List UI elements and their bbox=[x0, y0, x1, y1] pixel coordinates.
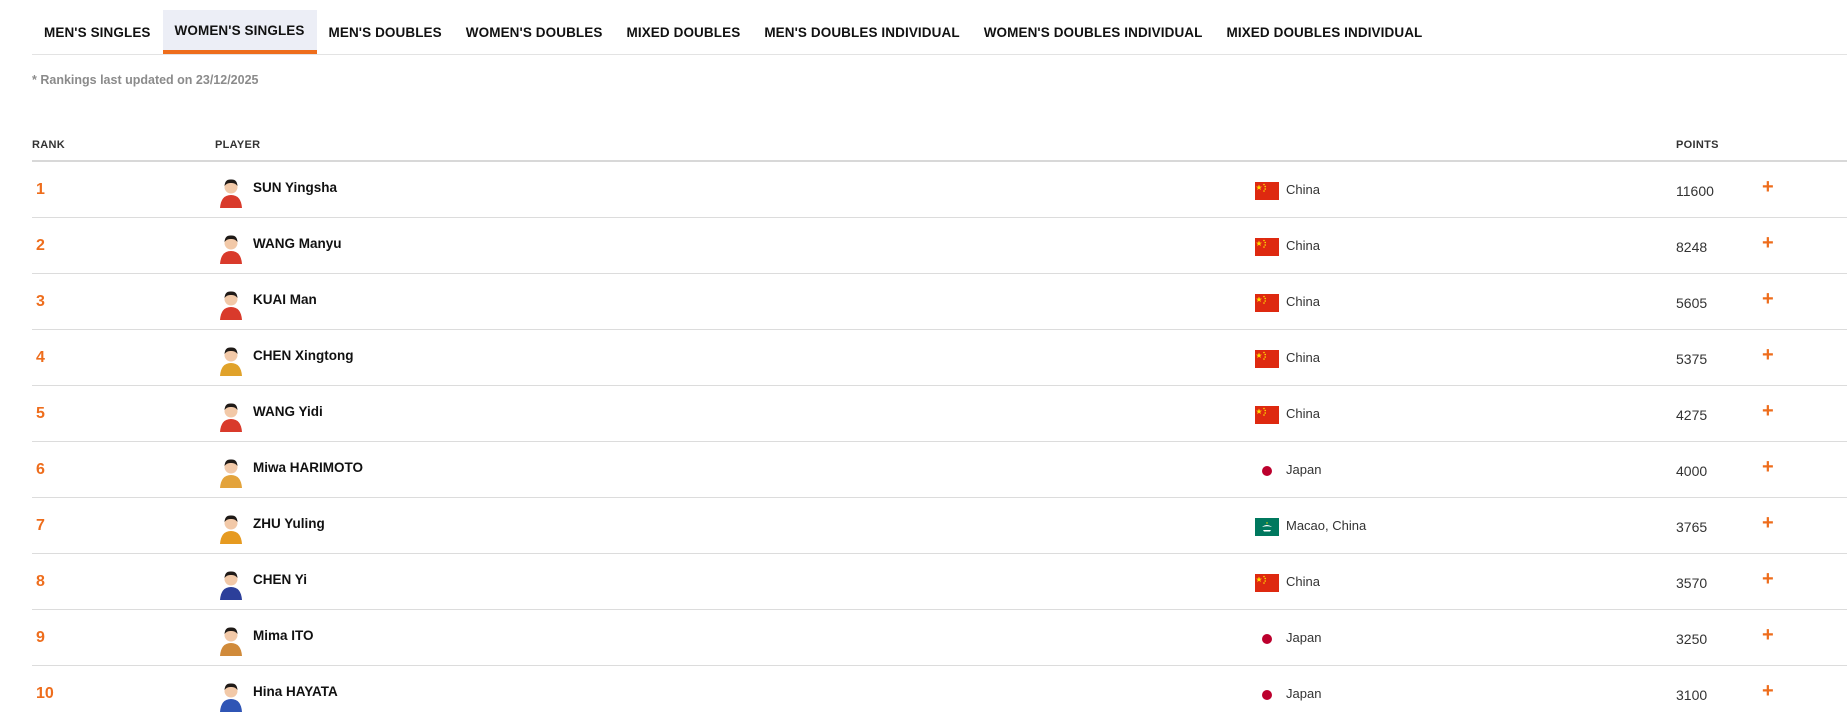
table-row: 4 CHEN Xingtong China 5375 + bbox=[32, 330, 1847, 386]
table-row: 8 CHEN Yi China 3570 + bbox=[32, 554, 1847, 610]
points-value: 4000 bbox=[1676, 463, 1708, 479]
points-value: 3570 bbox=[1676, 575, 1708, 591]
player-name[interactable]: CHEN Xingtong bbox=[253, 348, 354, 363]
rank-column-header: RANK bbox=[32, 139, 65, 151]
country-name: China bbox=[1286, 406, 1320, 421]
rank-value: 9 bbox=[36, 629, 45, 646]
tab-womens-singles[interactable]: WOMEN'S SINGLES bbox=[162, 10, 317, 54]
player-name[interactable]: SUN Yingsha bbox=[253, 180, 337, 195]
player-avatar-icon bbox=[220, 459, 242, 488]
country-name: China bbox=[1286, 182, 1320, 197]
japan-flag-icon bbox=[1255, 630, 1279, 648]
expand-row-icon[interactable]: + bbox=[1762, 233, 1774, 253]
rank-value: 1 bbox=[36, 181, 45, 198]
player-name[interactable]: KUAI Man bbox=[253, 292, 317, 307]
points-column-header: POINTS bbox=[1676, 139, 1719, 151]
china-flag-icon bbox=[1255, 406, 1279, 424]
player-name[interactable]: ZHU Yuling bbox=[253, 516, 325, 531]
rank-value: 5 bbox=[36, 405, 45, 422]
player-name[interactable]: WANG Manyu bbox=[253, 236, 342, 251]
player-avatar-icon bbox=[220, 179, 242, 208]
tab-womens-doubles-individual[interactable]: WOMEN'S DOUBLES INDIVIDUAL bbox=[972, 10, 1215, 54]
points-value: 3100 bbox=[1676, 687, 1708, 703]
player-name[interactable]: WANG Yidi bbox=[253, 404, 323, 419]
country-name: China bbox=[1286, 574, 1320, 589]
table-row: 10 Hina HAYATA Japan 3100 + bbox=[32, 666, 1847, 718]
japan-flag-icon bbox=[1255, 686, 1279, 704]
rank-value: 3 bbox=[36, 293, 45, 310]
player-avatar-icon bbox=[220, 571, 242, 600]
expand-row-icon[interactable]: + bbox=[1762, 345, 1774, 365]
expand-row-icon[interactable]: + bbox=[1762, 177, 1774, 197]
points-value: 4275 bbox=[1676, 407, 1708, 423]
china-flag-icon bbox=[1255, 182, 1279, 200]
table-header: RANK PLAYER POINTS bbox=[32, 134, 1847, 162]
points-value: 3250 bbox=[1676, 631, 1708, 647]
expand-row-icon[interactable]: + bbox=[1762, 457, 1774, 477]
category-tabs: MEN'S SINGLES WOMEN'S SINGLES MEN'S DOUB… bbox=[32, 10, 1847, 55]
player-name[interactable]: Hina HAYATA bbox=[253, 684, 338, 699]
expand-row-icon[interactable]: + bbox=[1762, 569, 1774, 589]
rank-value: 7 bbox=[36, 517, 45, 534]
rank-value: 6 bbox=[36, 461, 45, 478]
player-avatar-icon bbox=[220, 403, 242, 432]
player-name[interactable]: CHEN Yi bbox=[253, 572, 307, 587]
player-avatar-icon bbox=[220, 235, 242, 264]
player-avatar-icon bbox=[220, 347, 242, 376]
points-value: 11600 bbox=[1676, 183, 1714, 199]
rankings-page: MEN'S SINGLES WOMEN'S SINGLES MEN'S DOUB… bbox=[0, 0, 1847, 718]
country-name: Japan bbox=[1286, 462, 1322, 477]
points-value: 5605 bbox=[1676, 295, 1708, 311]
expand-row-icon[interactable]: + bbox=[1762, 681, 1774, 701]
tab-mens-singles[interactable]: MEN'S SINGLES bbox=[32, 10, 163, 54]
points-value: 3765 bbox=[1676, 519, 1708, 535]
country-name: Macao, China bbox=[1286, 518, 1367, 533]
table-row: 7 ZHU Yuling Macao, China 3765 + bbox=[32, 498, 1847, 554]
japan-flag-icon bbox=[1255, 462, 1279, 480]
tab-mixed-doubles-individual[interactable]: MIXED DOUBLES INDIVIDUAL bbox=[1215, 10, 1435, 54]
player-avatar-icon bbox=[220, 515, 242, 544]
macao-flag-icon bbox=[1255, 518, 1279, 536]
rank-value: 2 bbox=[36, 237, 45, 254]
rank-value: 8 bbox=[36, 573, 45, 590]
tab-mens-doubles-individual[interactable]: MEN'S DOUBLES INDIVIDUAL bbox=[752, 10, 971, 54]
player-avatar-icon bbox=[220, 627, 242, 656]
points-value: 8248 bbox=[1676, 239, 1708, 255]
country-name: China bbox=[1286, 350, 1320, 365]
player-avatar-icon bbox=[220, 291, 242, 320]
expand-row-icon[interactable]: + bbox=[1762, 401, 1774, 421]
tab-mens-doubles[interactable]: MEN'S DOUBLES bbox=[317, 10, 454, 54]
player-name[interactable]: Miwa HARIMOTO bbox=[253, 460, 363, 475]
rankings-table: RANK PLAYER POINTS 1 SUN Yingsha China 1… bbox=[32, 134, 1847, 718]
table-row: 3 KUAI Man China 5605 + bbox=[32, 274, 1847, 330]
china-flag-icon bbox=[1255, 574, 1279, 592]
table-row: 1 SUN Yingsha China 11600 + bbox=[32, 162, 1847, 218]
player-avatar-icon bbox=[220, 683, 242, 712]
country-name: Japan bbox=[1286, 630, 1322, 645]
rank-value: 10 bbox=[36, 685, 54, 702]
country-name: China bbox=[1286, 238, 1320, 253]
rank-value: 4 bbox=[36, 349, 45, 366]
tab-womens-doubles[interactable]: WOMEN'S DOUBLES bbox=[454, 10, 615, 54]
table-row: 6 Miwa HARIMOTO Japan 4000 + bbox=[32, 442, 1847, 498]
china-flag-icon bbox=[1255, 294, 1279, 312]
table-body: 1 SUN Yingsha China 11600 + 2 WANG Manyu… bbox=[32, 162, 1847, 718]
expand-row-icon[interactable]: + bbox=[1762, 513, 1774, 533]
country-name: Japan bbox=[1286, 686, 1322, 701]
china-flag-icon bbox=[1255, 238, 1279, 256]
table-row: 2 WANG Manyu China 8248 + bbox=[32, 218, 1847, 274]
country-name: China bbox=[1286, 294, 1320, 309]
player-column-header: PLAYER bbox=[215, 139, 261, 151]
china-flag-icon bbox=[1255, 350, 1279, 368]
table-row: 9 Mima ITO Japan 3250 + bbox=[32, 610, 1847, 666]
tab-mixed-doubles[interactable]: MIXED DOUBLES bbox=[615, 10, 753, 54]
rankings-updated-note: * Rankings last updated on 23/12/2025 bbox=[32, 73, 259, 87]
player-name[interactable]: Mima ITO bbox=[253, 628, 314, 643]
expand-row-icon[interactable]: + bbox=[1762, 289, 1774, 309]
expand-row-icon[interactable]: + bbox=[1762, 625, 1774, 645]
points-value: 5375 bbox=[1676, 351, 1708, 367]
table-row: 5 WANG Yidi China 4275 + bbox=[32, 386, 1847, 442]
